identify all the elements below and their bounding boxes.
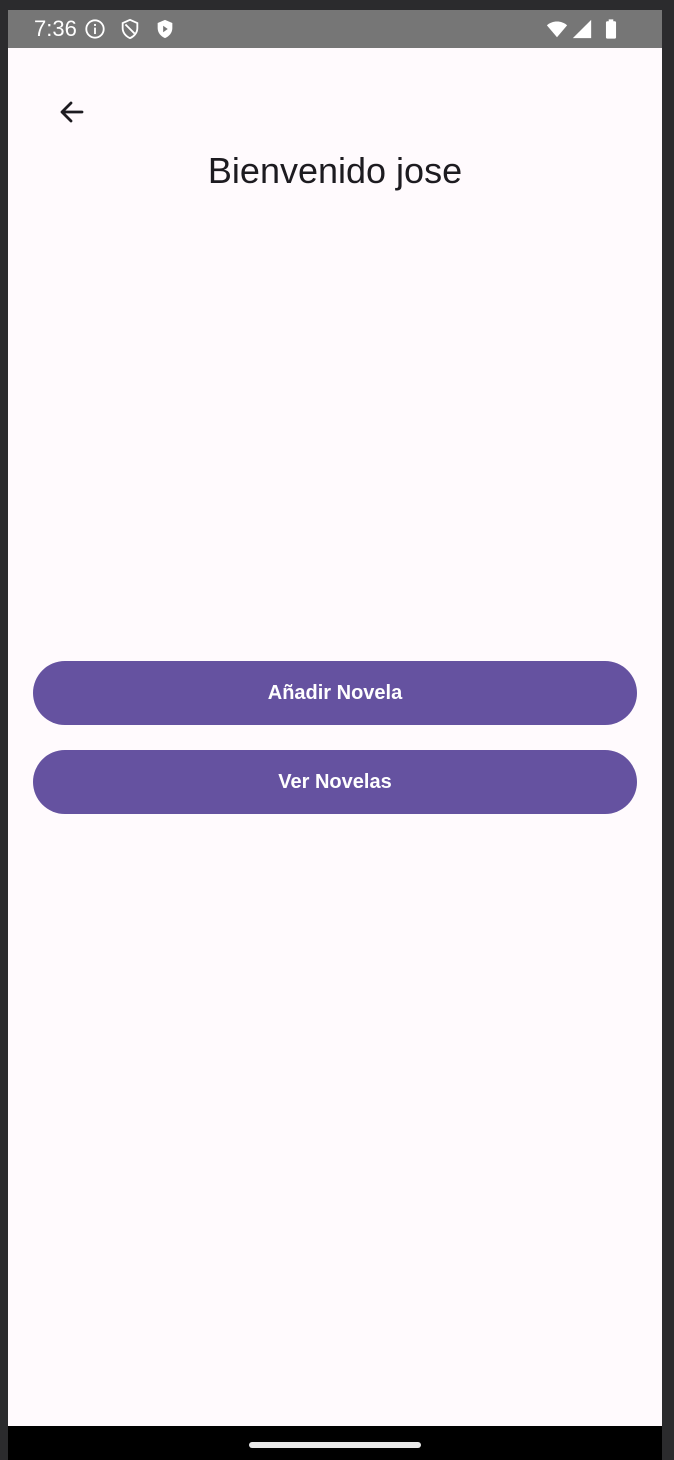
wifi-icon — [546, 18, 568, 40]
navigation-bar — [8, 1426, 662, 1460]
shield-outline-icon — [119, 18, 141, 40]
app-screen: 7:36 Bienvenido jose Añadir Novela Ver N… — [8, 10, 662, 1460]
gesture-handle[interactable] — [249, 1442, 421, 1448]
back-button[interactable] — [52, 92, 92, 132]
arrow-left-icon — [60, 101, 84, 123]
signal-icon — [571, 18, 593, 40]
page-title: Bienvenido jose — [207, 150, 463, 191]
view-novels-button[interactable]: Ver Novelas — [33, 750, 637, 814]
add-novel-button[interactable]: Añadir Novela — [33, 661, 637, 725]
battery-icon — [600, 18, 622, 40]
info-icon — [84, 18, 106, 40]
status-bar: 7:36 — [8, 10, 662, 48]
status-time: 7:36 — [34, 16, 77, 41]
shield-play-icon — [154, 18, 176, 40]
